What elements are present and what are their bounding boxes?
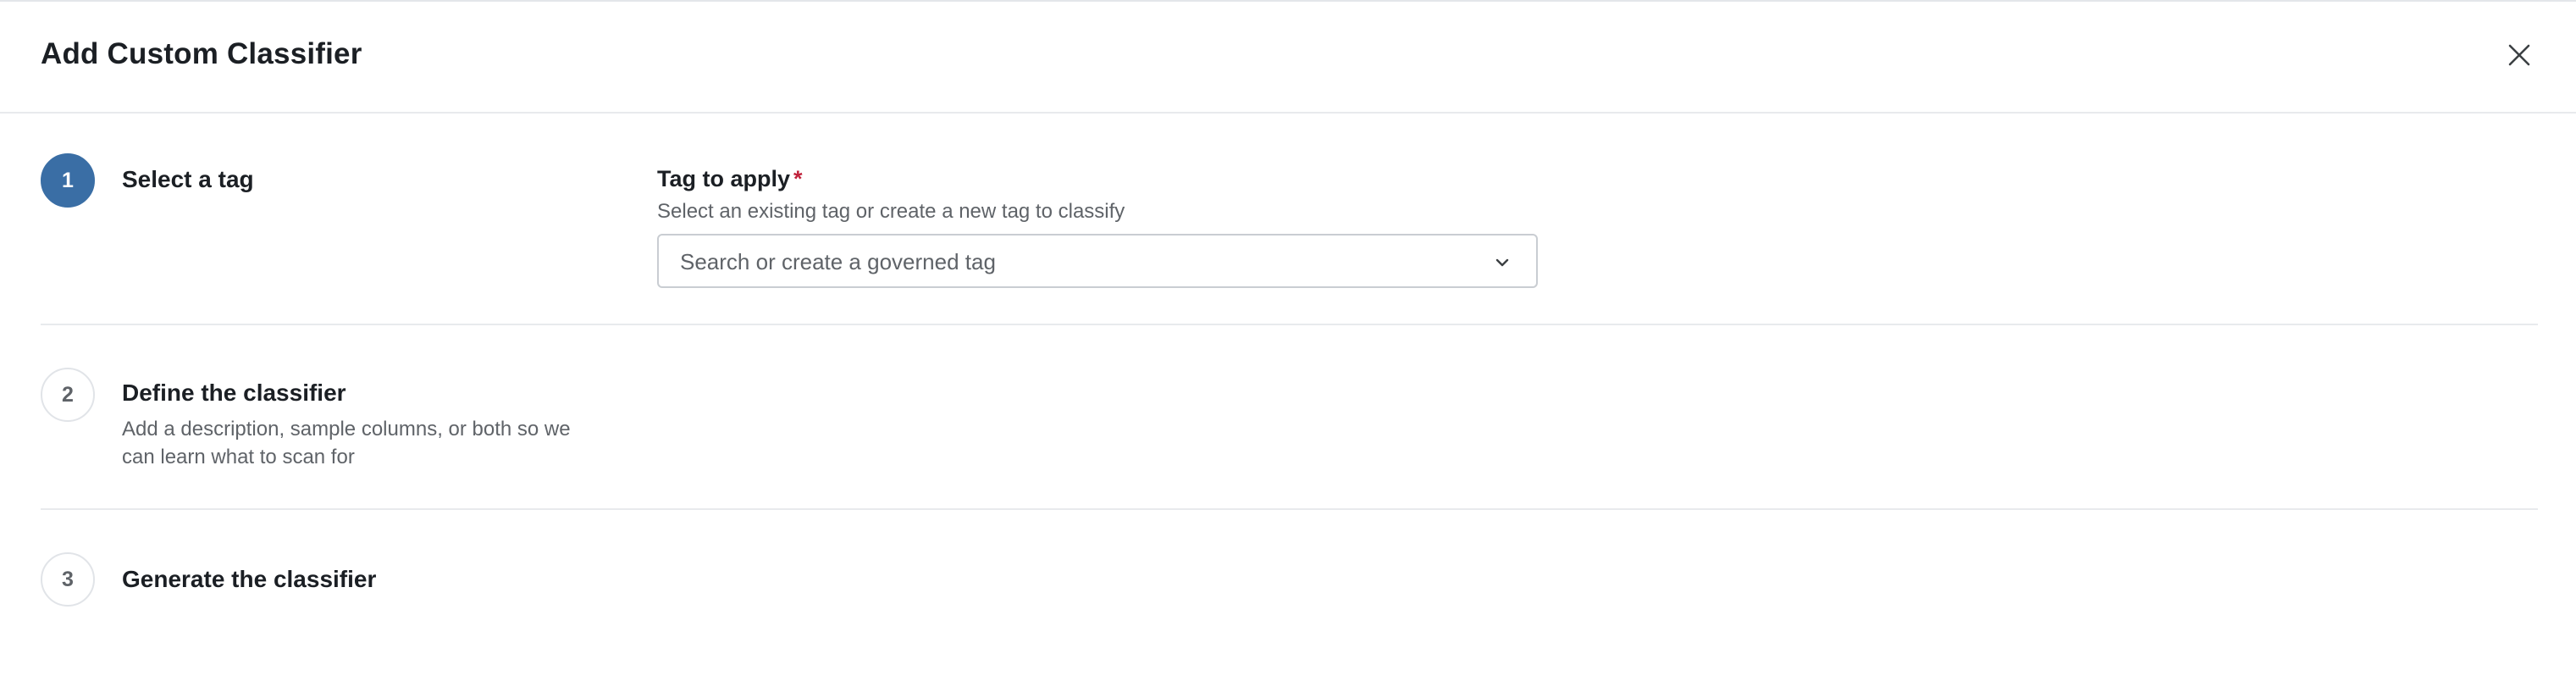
step-title: Select a tag bbox=[122, 166, 254, 192]
tag-select-input[interactable]: Search or create a governed tag bbox=[657, 234, 1538, 288]
chevron-down-icon[interactable] bbox=[1494, 254, 1511, 271]
field-label: Tag to apply * bbox=[657, 166, 1540, 192]
step-generate-classifier: 3 Generate the classifier bbox=[41, 510, 2538, 637]
step-number-badge: 3 bbox=[41, 552, 95, 607]
tag-to-apply-field: Tag to apply * Select an existing tag or … bbox=[657, 166, 1540, 288]
step-number-badge: 1 bbox=[41, 153, 95, 208]
step-title: Generate the classifier bbox=[122, 566, 377, 592]
step-title: Define the classifier bbox=[122, 380, 346, 406]
step-select-tag: 1 Select a tag Tag to apply * Select an e… bbox=[41, 114, 2538, 325]
dialog-header: Add Custom Classifier bbox=[0, 2, 2576, 114]
field-label-text: Tag to apply bbox=[657, 166, 791, 191]
dialog-title: Add Custom Classifier bbox=[41, 37, 362, 70]
close-button[interactable] bbox=[2505, 41, 2534, 69]
step-number-badge: 2 bbox=[41, 368, 95, 422]
wizard-steps: 1 Select a tag Tag to apply * Select an e… bbox=[0, 114, 2576, 637]
add-custom-classifier-dialog: Add Custom Classifier 1 Select a tag Tag… bbox=[0, 0, 2576, 676]
step-description: Add a description, sample columns, or bo… bbox=[122, 418, 571, 468]
step-define-classifier: 2 Define the classifier Add a descriptio… bbox=[41, 325, 2538, 510]
close-icon bbox=[2508, 44, 2530, 66]
field-help-text: Select an existing tag or create a new t… bbox=[657, 200, 1125, 223]
select-placeholder: Search or create a governed tag bbox=[680, 249, 996, 274]
required-indicator: * bbox=[793, 166, 803, 191]
